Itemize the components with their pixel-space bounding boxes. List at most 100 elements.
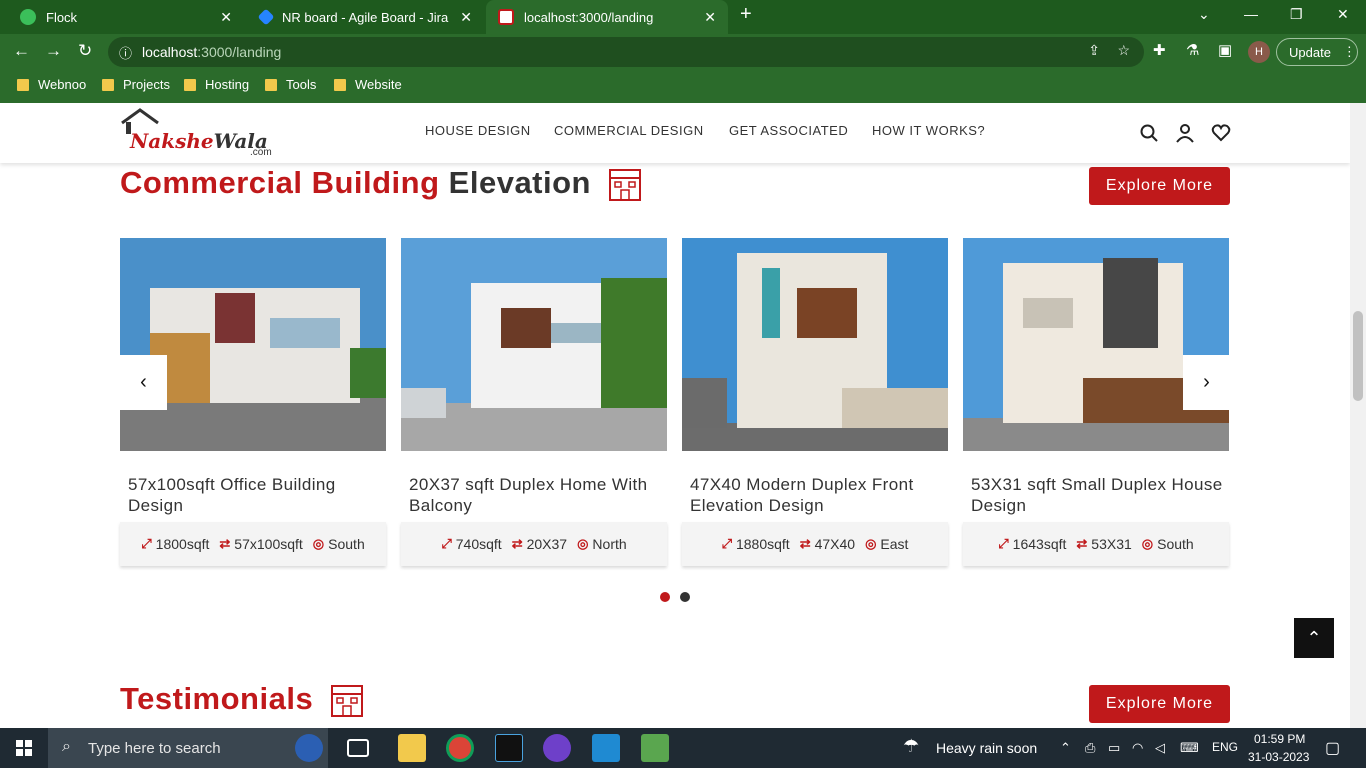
card-dimensions: 20X37 [526, 536, 568, 552]
clock-date[interactable]: 31-03-2023 [1248, 750, 1309, 764]
bookmark-label: Projects [123, 77, 170, 92]
restore-icon[interactable]: ❐ [1290, 6, 1303, 23]
close-icon[interactable]: ✕ [460, 9, 472, 26]
notepad-icon[interactable] [641, 734, 669, 762]
chrome-icon[interactable] [446, 734, 474, 762]
sidepanel-icon[interactable]: ▣ [1218, 41, 1232, 59]
nav-commercial-design[interactable]: COMMERCIAL DESIGN [554, 123, 704, 138]
back-icon[interactable]: ← [13, 41, 30, 61]
dimensions-icon: ⇄ [219, 536, 231, 551]
forward-icon[interactable]: → [45, 41, 62, 61]
file-explorer-icon[interactable] [398, 734, 426, 762]
scrollbar-thumb[interactable] [1353, 311, 1363, 401]
github-icon[interactable] [543, 734, 571, 762]
wifi-icon[interactable]: ◠ [1132, 740, 1143, 756]
vscode-icon[interactable] [592, 734, 620, 762]
search-icon[interactable] [1139, 123, 1159, 143]
bookmark-tools[interactable]: Tools [265, 77, 316, 92]
nav-house-design[interactable]: HOUSE DESIGN [425, 123, 531, 138]
close-icon[interactable]: ✕ [704, 9, 716, 26]
section-title-testimonials: Testimonials [120, 681, 364, 718]
heart-icon[interactable] [1211, 123, 1231, 143]
language-indicator[interactable]: ENG [1212, 740, 1238, 754]
minimize-icon[interactable]: — [1244, 6, 1258, 22]
reload-icon[interactable]: ↻ [78, 41, 92, 61]
page-viewport: NaksheWala .com HOUSE DESIGN COMMERCIAL … [0, 103, 1350, 728]
bookmark-website[interactable]: Website [334, 77, 402, 92]
user-icon[interactable] [1175, 123, 1195, 143]
terminal-icon[interactable] [495, 734, 523, 762]
volume-icon[interactable]: ◁ [1155, 740, 1165, 756]
card-facing: North [592, 536, 627, 552]
explore-more-button[interactable]: Explore More [1089, 167, 1230, 205]
explore-more-button[interactable]: Explore More [1089, 685, 1230, 723]
building-image [963, 238, 1229, 451]
close-icon[interactable]: ✕ [220, 9, 232, 26]
card-title: 47X40 Modern Duplex Front Elevation Desi… [690, 475, 914, 515]
bookmark-hosting[interactable]: Hosting [184, 77, 249, 92]
profile-avatar[interactable]: H [1248, 41, 1270, 63]
chevron-up-icon[interactable]: ⌃ [1060, 740, 1071, 756]
bookmark-projects[interactable]: Projects [102, 77, 170, 92]
bookmark-label: Website [355, 77, 402, 92]
card-dimensions: 57x100sqft [234, 536, 303, 552]
search-icon: ⌕ [62, 738, 71, 755]
page-scrollbar[interactable] [1350, 103, 1366, 728]
tab-jira[interactable]: NR board - Agile Board - Jira ✕ [248, 0, 484, 34]
carousel-dot-1[interactable] [660, 592, 670, 602]
site-logo[interactable]: NaksheWala .com [120, 107, 280, 159]
update-button[interactable]: Update ⋮ [1276, 38, 1358, 66]
building-icon [609, 168, 642, 201]
star-icon[interactable]: ☆ [1117, 42, 1130, 59]
bing-icon[interactable] [295, 734, 323, 762]
carousel-next-button[interactable]: › [1183, 355, 1230, 410]
card-title: 53X31 sqft Small Duplex House Design [971, 475, 1223, 515]
keyboard-icon[interactable]: ⌨ [1180, 740, 1199, 756]
umbrella-icon[interactable]: ☂ [903, 736, 919, 757]
carousel-prev-button[interactable]: ‹ [120, 355, 167, 410]
area-icon: ⤢ [441, 536, 452, 551]
bookmark-label: Tools [286, 77, 317, 92]
taskbar-search[interactable]: ⌕ Type here to search [48, 728, 328, 768]
dimensions-icon: ⇄ [1076, 536, 1088, 551]
site-header: NaksheWala .com HOUSE DESIGN COMMERCIAL … [0, 103, 1350, 163]
site-favicon-icon [498, 9, 514, 25]
menu-dots-icon: ⋮ [1342, 44, 1356, 59]
clock-time[interactable]: 01:59 PM [1254, 732, 1305, 746]
search-placeholder: Type here to search [88, 739, 221, 757]
card-specs: ⤢ 740sqft ⇄ 20X37 ◎ North [401, 522, 667, 566]
carousel-dot-2[interactable] [680, 592, 690, 602]
windows-start-icon[interactable] [16, 740, 32, 756]
new-tab-icon[interactable]: + [740, 3, 752, 26]
section-title-commercial: Commercial Building Elevation [120, 165, 642, 202]
address-bar[interactable]: ⓘ localhost:3000/landing ⇪ ☆ [108, 37, 1144, 67]
tab-landing[interactable]: localhost:3000/landing ✕ [486, 0, 728, 34]
camera-icon[interactable]: ⎙ [1085, 740, 1095, 756]
lab-icon[interactable]: ⚗ [1186, 41, 1199, 59]
back-to-top-button[interactable]: ⌃ [1294, 618, 1334, 658]
card-specs: ⤢ 1880sqft ⇄ 47X40 ◎ East [682, 522, 948, 566]
extensions-icon[interactable]: ✚ [1153, 41, 1166, 59]
card-specs: ⤢ 1800sqft ⇄ 57x100sqft ◎ South [120, 522, 386, 566]
dimensions-icon: ⇄ [511, 536, 523, 551]
compass-icon: ◎ [312, 536, 325, 551]
nav-how-it-works[interactable]: HOW IT WORKS? [872, 123, 985, 138]
tab-label: localhost:3000/landing [524, 9, 654, 25]
chevron-right-icon: › [1203, 371, 1210, 393]
chevron-up-icon: ⌃ [1306, 627, 1322, 648]
tab-flock[interactable]: Flock ✕ [8, 0, 244, 34]
design-card[interactable]: 47X40 Modern Duplex Front Elevation Desi… [682, 238, 948, 566]
battery-icon[interactable]: ▭ [1108, 740, 1120, 756]
chevron-down-icon[interactable]: ⌄ [1198, 6, 1210, 23]
nav-get-associated[interactable]: GET ASSOCIATED [729, 123, 848, 138]
weather-text[interactable]: Heavy rain soon [936, 740, 1037, 756]
window-close-icon[interactable]: ✕ [1337, 6, 1349, 23]
area-icon: ⤢ [141, 536, 152, 551]
notification-icon[interactable]: ▢ [1325, 738, 1340, 758]
card-dimensions: 53X31 [1091, 536, 1132, 552]
bookmark-webnoo[interactable]: Webnoo [17, 77, 86, 92]
design-card[interactable]: 20X37 sqft Duplex Home With Balcony ⤢ 740… [401, 238, 667, 566]
card-dimensions: 47X40 [814, 536, 856, 552]
share-icon[interactable]: ⇪ [1088, 42, 1100, 59]
task-view-icon[interactable] [347, 739, 369, 757]
